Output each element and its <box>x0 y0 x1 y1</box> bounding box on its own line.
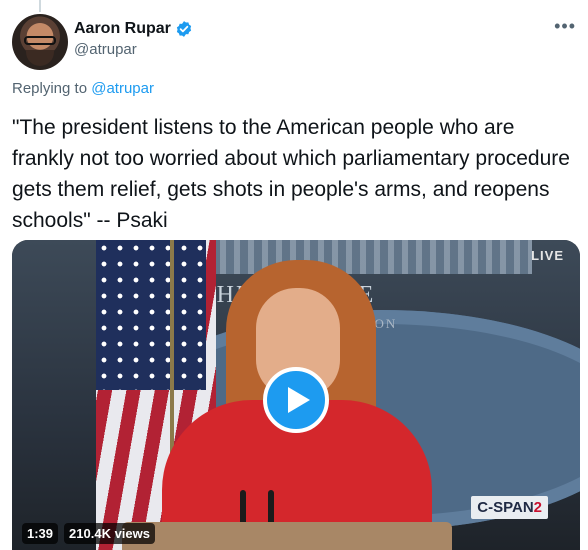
author-display-name[interactable]: Aaron Rupar <box>74 20 171 38</box>
more-options-icon[interactable]: ••• <box>554 16 576 37</box>
podium <box>122 522 452 550</box>
author-handle[interactable]: @atrupar <box>74 41 193 58</box>
play-icon <box>287 387 310 413</box>
verified-badge-icon <box>176 21 192 37</box>
network-logo-main: C-SPAN <box>477 499 534 516</box>
replying-to: Replying to @atrupar <box>12 80 154 97</box>
tweet-header: Aaron Rupar @atrupar ••• <box>12 14 576 70</box>
network-logo: C-SPAN2 <box>471 496 548 519</box>
live-label: LIVE <box>531 248 564 263</box>
video-duration-badge: 1:39 <box>22 523 59 544</box>
view-count-badge: 210.4K views <box>64 523 155 544</box>
thread-connector-line <box>39 0 41 12</box>
flag-canton <box>96 240 206 390</box>
network-logo-suffix: 2 <box>533 499 542 516</box>
avatar[interactable] <box>12 14 68 70</box>
play-button[interactable] <box>263 367 329 433</box>
backdrop-columns <box>192 240 532 274</box>
video-badges: 1:39 210.4K views <box>22 523 155 544</box>
tweet-text: "The president listens to the American p… <box>12 116 576 232</box>
author-block: Aaron Rupar @atrupar <box>74 20 193 58</box>
replying-to-handle-link[interactable]: @atrupar <box>91 80 154 97</box>
replying-to-label: Replying to <box>12 80 88 97</box>
video-player[interactable]: THE E HOUSE NGTON LIVE C-SPAN2 1:39 210.… <box>12 240 580 550</box>
